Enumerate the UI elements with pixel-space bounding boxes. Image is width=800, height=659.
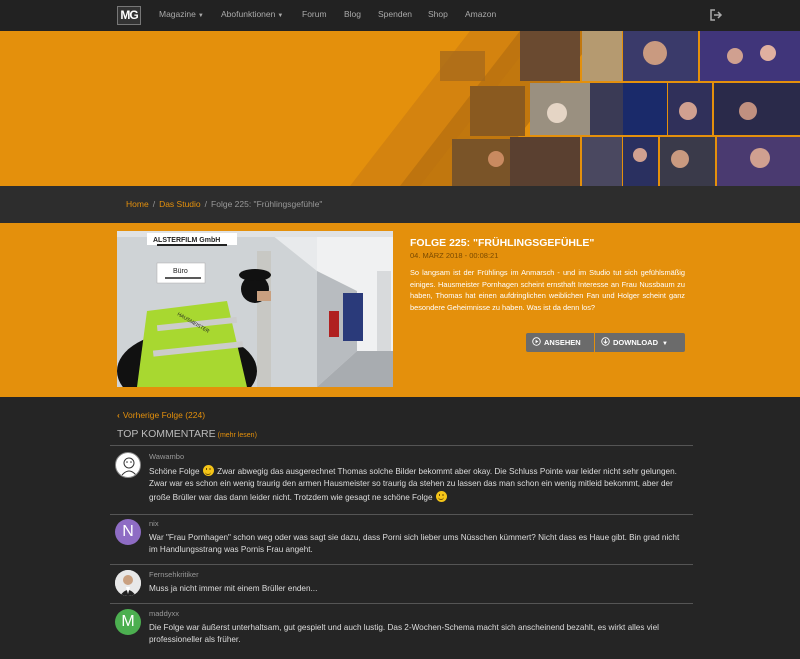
nav-magazine[interactable]: Magazine ▼	[159, 9, 204, 19]
smile-emoji-icon	[202, 465, 214, 476]
svg-text:ALSTERFILM GmbH: ALSTERFILM GmbH	[153, 237, 220, 244]
breadcrumb-separator: /	[204, 199, 208, 209]
site-logo[interactable]: MG	[117, 6, 141, 25]
divider	[110, 445, 693, 446]
comment-text: Die Folge war äußerst unterhaltsam, gut …	[149, 623, 659, 645]
chevron-left-icon: ‹	[117, 410, 120, 420]
read-more-link[interactable]: (mehr lesen)	[218, 432, 257, 439]
caret-down-icon: ▼	[197, 13, 204, 19]
divider	[110, 514, 693, 515]
comment-author[interactable]: maddyxx	[149, 609, 179, 618]
top-navbar: MG Magazine ▼ Abofunktionen ▼ Forum Blog S…	[0, 0, 800, 31]
breadcrumb: Home / Das Studio / Folge 225: "Frühlingsgef…	[126, 199, 322, 209]
sign-out-icon[interactable]	[709, 8, 723, 22]
download-button[interactable]: DOWNLOAD ▼	[595, 333, 685, 352]
nav-shop[interactable]: Shop	[428, 9, 448, 19]
nav-abofunktionen[interactable]: Abofunktionen ▼	[221, 9, 283, 19]
comment-author[interactable]: nix	[149, 519, 159, 528]
nav-forum[interactable]: Forum	[302, 9, 327, 19]
smile-emoji-icon	[435, 490, 447, 502]
avatar	[115, 452, 141, 478]
comment-author[interactable]: Fernsehkritiker	[149, 570, 199, 579]
breadcrumb-separator: /	[152, 199, 156, 209]
comments-section: ‹ Vorherige Folge (224) TOP KOMMENTARE (me…	[0, 397, 800, 659]
download-circle-icon	[601, 337, 610, 346]
caret-down-icon: ▼	[277, 13, 284, 19]
divider	[110, 564, 693, 565]
breadcrumb-studio[interactable]: Das Studio	[159, 199, 201, 209]
episode-date: 04. MÄRZ 2018 - 00:08:21	[410, 251, 499, 260]
comment-text: War "Frau Pornhagen" schon weg oder was …	[149, 533, 680, 555]
episode-thumbnail[interactable]: ALSTERFILM GmbH Büro HAUSMEISTER	[117, 231, 393, 387]
hero-collage	[350, 31, 800, 186]
breadcrumb-current: Folge 225: "Frühlingsgefühle"	[211, 199, 323, 209]
play-circle-icon	[532, 337, 541, 346]
episode-band: ALSTERFILM GmbH Büro HAUSMEISTER FOLGE 2…	[0, 223, 800, 397]
avatar	[115, 570, 141, 596]
divider	[110, 603, 693, 604]
avatar: N	[115, 519, 141, 545]
comment: Wawambo Schöne Folge Zwar abwegig das au…	[110, 452, 693, 512]
previous-episode-link[interactable]: ‹ Vorherige Folge (224)	[117, 410, 205, 420]
comment: M maddyxx Die Folge war äußerst unterhal…	[110, 609, 693, 653]
svg-text:Büro: Büro	[173, 268, 188, 275]
watch-button[interactable]: ANSEHEN	[526, 333, 594, 352]
breadcrumb-band: Home / Das Studio / Folge 225: "Frühlingsgef…	[0, 186, 800, 223]
nav-spenden[interactable]: Spenden	[378, 9, 412, 19]
avatar: M	[115, 609, 141, 635]
nav-amazon[interactable]: Amazon	[465, 9, 496, 19]
nav-blog[interactable]: Blog	[344, 9, 361, 19]
breadcrumb-home[interactable]: Home	[126, 199, 149, 209]
hero-banner	[0, 31, 800, 186]
episode-title: FOLGE 225: "FRÜHLINGSGEFÜHLE"	[410, 237, 595, 249]
comment: N nix War "Frau Pornhagen" schon weg ode…	[110, 519, 693, 563]
caret-down-icon: ▼	[662, 341, 668, 347]
top-comments-heading: TOP KOMMENTARE (mehr lesen)	[117, 428, 257, 440]
comment-text: Schöne Folge Zwar abwegig das ausgerechn…	[149, 465, 677, 502]
episode-description: So langsam ist der Frühlings im Anmarsch…	[410, 268, 685, 312]
comment: Fernsehkritiker Muss ja nicht immer mit …	[110, 570, 693, 600]
comment-author[interactable]: Wawambo	[149, 452, 184, 461]
comment-text: Muss ja nicht immer mit einem Brüller en…	[149, 584, 318, 593]
